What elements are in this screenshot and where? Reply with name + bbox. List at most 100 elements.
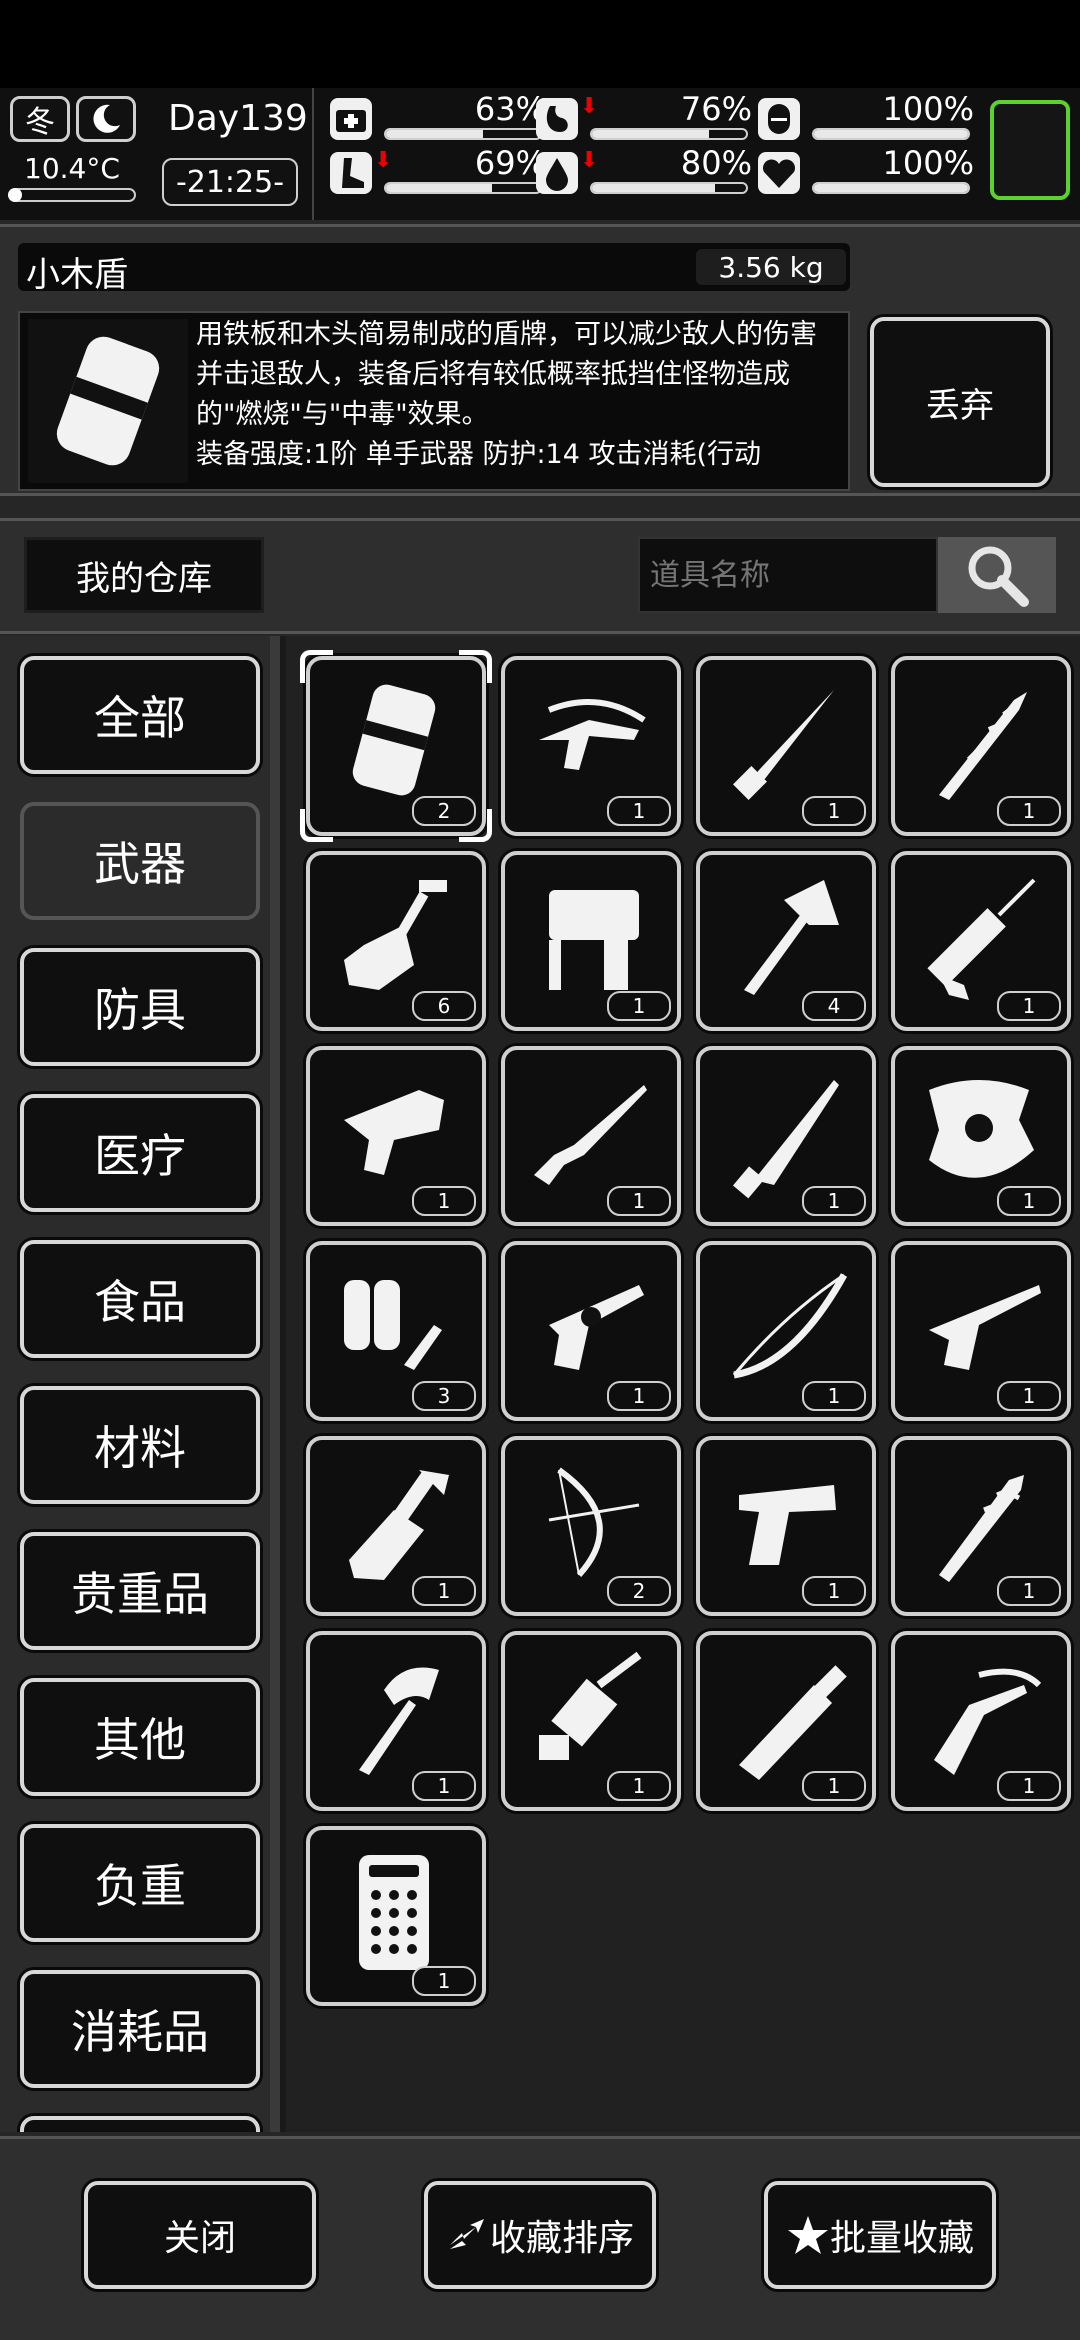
inventory-slot[interactable]: 2 (501, 1436, 681, 1616)
inventory-slot[interactable]: 1 (306, 1826, 486, 2006)
thirst-bar (590, 182, 748, 194)
item-stats: 装备强度:1阶 单手武器 防护:14 攻击消耗(行动 (196, 439, 762, 470)
item-name-bar: 小木盾 3.56 kg (18, 243, 850, 295)
category-tab-1[interactable]: 武器 (20, 802, 260, 920)
selection-corner (459, 809, 492, 842)
water-drop-icon (536, 152, 578, 194)
clock-display: -21:25- (162, 158, 298, 206)
selection-corner (300, 809, 333, 842)
machete-icon (732, 1080, 839, 1199)
crossbow-icon (934, 1668, 1042, 1775)
inventory-slot[interactable]: 3 (306, 1241, 486, 1421)
category-tab-5[interactable]: 材料 (20, 1386, 260, 1504)
inventory-slot[interactable]: 1 (696, 1631, 876, 1811)
category-label: 负重 (94, 1859, 186, 1913)
thermometer-icon (8, 188, 22, 202)
riot-shield-icon (56, 336, 160, 466)
temperature-label: 10.4°C (24, 152, 120, 185)
selection-corner (300, 650, 333, 683)
inventory-slot[interactable]: 1 (501, 851, 681, 1031)
item-count: 1 (997, 1771, 1061, 1801)
inventory-slot[interactable]: 4 (696, 851, 876, 1031)
minigun-icon (539, 1651, 642, 1760)
divider (312, 88, 314, 220)
batch-favorite-label: 批量收藏 (829, 2218, 974, 2259)
item-count: 1 (412, 1771, 476, 1801)
shovel-icon (344, 880, 447, 990)
crossbow-pistol-icon (539, 699, 646, 770)
inventory-slot[interactable]: 1 (306, 1631, 486, 1811)
health-percent: 63% (474, 90, 546, 128)
day-counter: Day139 (168, 98, 308, 139)
category-tab-6[interactable]: 贵重品 (20, 1532, 260, 1650)
sidebar-scrollbar[interactable] (270, 636, 280, 2132)
inventory-slot[interactable]: 1 (501, 656, 681, 836)
storage-title-label: 我的仓库 (76, 558, 212, 599)
search-input[interactable] (638, 537, 938, 613)
inventory-slot[interactable]: 1 (891, 656, 1071, 836)
sort-favorites-button[interactable]: 收藏排序 (424, 2181, 656, 2289)
close-label: 关闭 (163, 2218, 236, 2259)
inventory-slot-selected[interactable]: 2 (300, 650, 492, 842)
item-count: 1 (802, 1576, 866, 1606)
inventory-slot[interactable]: 1 (501, 1631, 681, 1811)
inventory-slot[interactable]: 1 (891, 1436, 1071, 1616)
sort-favorites-label: 收藏排序 (489, 2218, 634, 2259)
survival-status-bar: 冬 10.4°C Day139 -21:25- 63% ⬇ 76% 100% ⬇ 69% ⬇… (0, 88, 1080, 220)
inventory-slot[interactable]: 1 (696, 1436, 876, 1616)
inventory-slot[interactable]: 1 (306, 1046, 486, 1226)
storage-header: 我的仓库 (0, 518, 1080, 634)
season-badge: 冬 (10, 96, 70, 142)
category-tab-more[interactable] (20, 2116, 260, 2132)
category-tab-2[interactable]: 防具 (20, 948, 260, 1066)
inventory-slot[interactable]: 1 (501, 1046, 681, 1226)
category-tab-0[interactable]: 全部 (20, 656, 260, 774)
discard-button[interactable]: 丢弃 (870, 317, 1050, 487)
category-tab-9[interactable]: 消耗品 (20, 1970, 260, 2088)
inventory-slot[interactable]: 1 (696, 1046, 876, 1226)
spiked-club-icon (939, 692, 1027, 800)
round-shield-icon (929, 1080, 1034, 1178)
item-count: 1 (997, 1186, 1061, 1216)
item-count: 1 (412, 1966, 476, 1996)
temperature-gauge (8, 188, 136, 202)
medkit-icon (330, 98, 372, 140)
item-count: 1 (607, 991, 671, 1021)
batch-favorite-button[interactable]: 批量收藏 (764, 2181, 996, 2289)
thirst-percent: 80% (680, 144, 752, 182)
heart-icon (758, 152, 800, 194)
inventory-slot[interactable]: 1 (891, 1241, 1071, 1421)
category-tab-7[interactable]: 其他 (20, 1678, 260, 1796)
inventory-slot[interactable]: 1 (891, 851, 1071, 1031)
item-weight: 3.56 kg (696, 249, 846, 285)
heart-bar (812, 182, 970, 194)
bow-icon (732, 1273, 848, 1379)
inventory-slot[interactable]: 1 (891, 1631, 1071, 1811)
inventory-slot[interactable]: 6 (306, 851, 486, 1031)
revolver-icon (549, 1285, 644, 1370)
category-tab-3[interactable]: 医疗 (20, 1094, 260, 1212)
search-button[interactable] (938, 537, 1056, 613)
hunger-bar (590, 128, 748, 140)
item-count: 3 (412, 1381, 476, 1411)
category-tab-8[interactable]: 负重 (20, 1824, 260, 1942)
inventory-slot[interactable]: 1 (501, 1241, 681, 1421)
inventory-slot[interactable]: 1 (696, 1241, 876, 1421)
equipped-slot[interactable] (990, 100, 1070, 200)
desert-eagle-icon (739, 1485, 836, 1565)
close-button[interactable]: 关闭 (84, 2181, 316, 2289)
stamina-bar (384, 182, 542, 194)
capsule-icon (758, 98, 800, 140)
storage-title: 我的仓库 (24, 537, 264, 613)
category-tab-4[interactable]: 食品 (20, 1240, 260, 1358)
footer-bar: 关闭 收藏排序 批量收藏 (0, 2136, 1080, 2340)
item-count: 1 (802, 796, 866, 826)
inventory-slot[interactable]: 1 (696, 656, 876, 836)
broadsword-icon (739, 1665, 847, 1780)
inventory-slot[interactable]: 1 (306, 1436, 486, 1616)
mood-percent: 100% (882, 90, 974, 128)
item-count: 1 (802, 1381, 866, 1411)
category-label: 武器 (94, 837, 186, 891)
rifle-icon (534, 1085, 647, 1185)
inventory-slot[interactable]: 1 (891, 1046, 1071, 1226)
